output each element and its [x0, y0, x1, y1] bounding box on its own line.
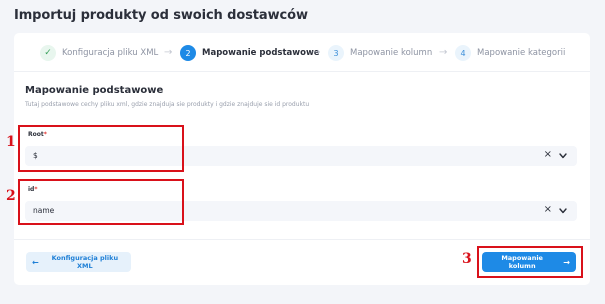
step-3-label: Mapowanie kolumn — [350, 48, 433, 58]
step-2[interactable]: 2 Mapowanie podstawowe — [180, 45, 320, 61]
arrow-right-icon: → — [439, 47, 448, 58]
annotation-box-1 — [18, 125, 184, 172]
page-title: Importuj produkty od swoich dostawców — [14, 8, 308, 23]
section-title: Mapowanie podstawowe — [25, 85, 164, 96]
step-3[interactable]: 3 Mapowanie kolumn — [328, 45, 432, 61]
step-2-label: Mapowanie podstawowe — [202, 48, 320, 58]
step-4-number: 4 — [455, 45, 471, 61]
arrow-left-icon: ← — [32, 257, 39, 267]
arrow-right-icon: → — [164, 47, 173, 58]
back-button-label: Konfiguracja pliku XML — [51, 254, 119, 270]
clear-icon[interactable]: × — [544, 204, 552, 215]
step-1-label: Konfiguracja pliku XML — [62, 48, 159, 58]
stepper: ✓ Konfiguracja pliku XML → 2 Mapowanie p… — [14, 33, 590, 72]
step-4-label: Mapowanie kategorii — [477, 48, 566, 58]
annotation-number-3: 3 — [462, 251, 472, 267]
step-4[interactable]: 4 Mapowanie kategorii — [455, 45, 565, 61]
section-description: Tutaj podstawowe cechy pliku xml, gdzie … — [25, 101, 310, 108]
arrow-right-icon: → — [312, 47, 321, 58]
annotation-number-1: 1 — [6, 134, 16, 150]
step-3-number: 3 — [328, 45, 344, 61]
clear-icon[interactable]: × — [544, 149, 552, 160]
chevron-down-icon[interactable] — [558, 207, 568, 215]
annotation-box-2 — [18, 179, 184, 225]
back-button[interactable]: ← Konfiguracja pliku XML — [26, 252, 131, 272]
chevron-down-icon[interactable] — [558, 152, 568, 160]
annotation-number-2: 2 — [6, 188, 16, 204]
step-2-number: 2 — [180, 45, 196, 61]
annotation-box-3 — [477, 246, 583, 278]
check-icon: ✓ — [40, 45, 56, 61]
step-1[interactable]: ✓ Konfiguracja pliku XML — [40, 45, 158, 61]
footer-divider — [14, 239, 590, 240]
